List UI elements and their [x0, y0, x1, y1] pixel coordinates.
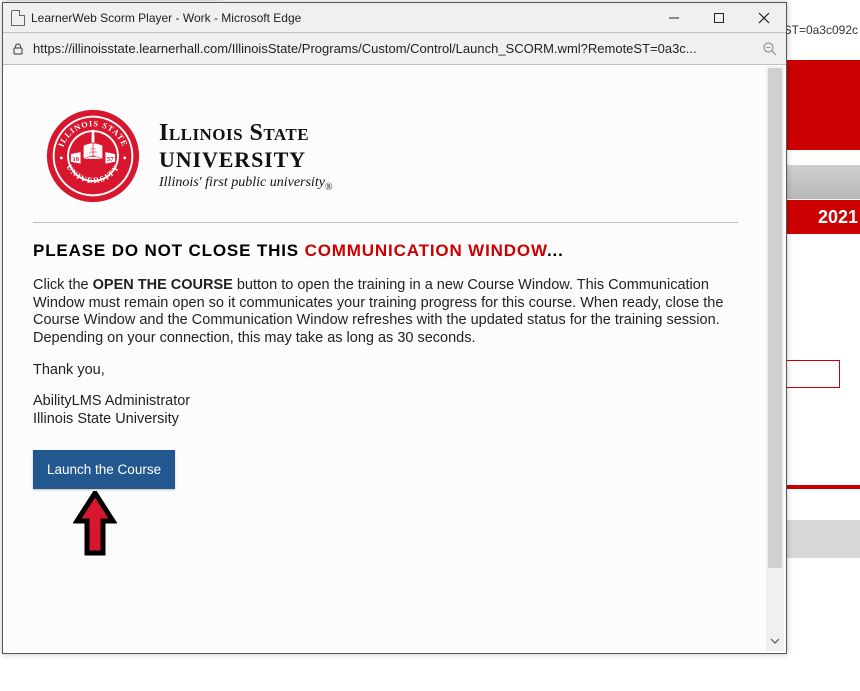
- annotation-arrow-icon: [73, 491, 738, 566]
- warning-heading: PLEASE DO NOT CLOSE THIS COMMUNICATION W…: [33, 241, 738, 261]
- window-title: LearnerWeb Scorm Player - Work - Microso…: [31, 11, 301, 25]
- vertical-scrollbar[interactable]: [766, 66, 784, 651]
- background-gray-bar: [785, 165, 860, 199]
- instruction-paragraph: Click the OPEN THE COURSE button to open…: [33, 277, 738, 348]
- background-gray-block: [785, 520, 860, 558]
- popup-window: LearnerWeb Scorm Player - Work - Microso…: [2, 2, 787, 654]
- maximize-button[interactable]: [696, 3, 741, 33]
- scroll-thumb[interactable]: [768, 68, 782, 568]
- close-icon: [758, 12, 770, 24]
- zoom-icon[interactable]: [762, 41, 778, 57]
- university-name-line1: Illinois State: [159, 120, 333, 147]
- background-url-fragment: ST=0a3c092c: [784, 23, 858, 37]
- page-icon: [11, 10, 25, 26]
- university-header: ILLINOIS STATE UNIVERSITY 18: [33, 86, 738, 216]
- close-button[interactable]: [741, 3, 786, 33]
- svg-text:57: 57: [107, 156, 114, 163]
- svg-text:teche: teche: [90, 154, 97, 158]
- chevron-down-icon: [770, 636, 780, 646]
- svg-text:18: 18: [72, 156, 79, 163]
- signature-line1: AbilityLMS Administrator: [33, 392, 738, 410]
- minimize-button[interactable]: [651, 3, 696, 33]
- background-year-bar: 2021: [785, 200, 860, 234]
- background-red-divider: [785, 485, 860, 489]
- lock-icon: [11, 42, 25, 56]
- url-text: https://illinoisstate.learnerhall.com/Il…: [33, 41, 754, 56]
- window-titlebar: LearnerWeb Scorm Player - Work - Microso…: [3, 3, 786, 33]
- university-name-line2: UNIVERSITY: [159, 147, 333, 173]
- scroll-down-button[interactable]: [766, 633, 784, 649]
- divider: [33, 222, 738, 223]
- address-bar[interactable]: https://illinoisstate.learnerhall.com/Il…: [3, 33, 786, 65]
- launch-course-button[interactable]: Launch the Course: [33, 450, 175, 489]
- background-outline-box: [785, 360, 840, 388]
- university-name-block: Illinois State UNIVERSITY Illinois' firs…: [159, 120, 333, 193]
- maximize-icon: [713, 12, 725, 24]
- page-content: ILLINOIS STATE UNIVERSITY 18: [5, 66, 766, 651]
- background-tab-strip: [2, 0, 222, 1]
- thanks-line: Thank you,: [33, 362, 738, 378]
- signature-line2: Illinois State University: [33, 410, 738, 428]
- university-seal-icon: ILLINOIS STATE UNIVERSITY 18: [45, 108, 141, 204]
- signature-block: AbilityLMS Administrator Illinois State …: [33, 392, 738, 428]
- minimize-icon: [668, 12, 680, 24]
- background-red-banner: [785, 60, 860, 150]
- university-tagline: Illinois' first public university®: [159, 175, 333, 193]
